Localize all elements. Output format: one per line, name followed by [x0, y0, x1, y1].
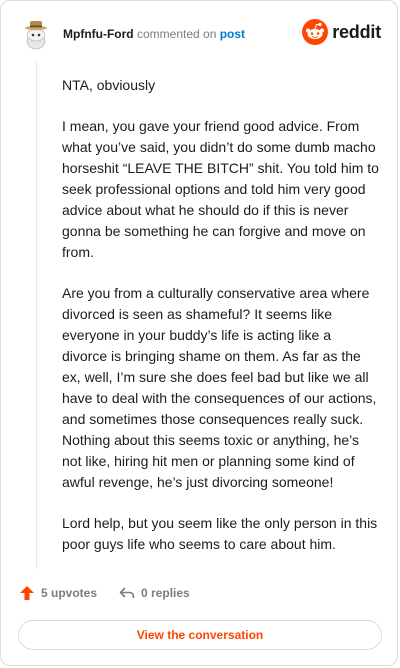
view-conversation-button[interactable]: View the conversation [18, 620, 382, 650]
upvote-arrow-icon [20, 586, 34, 600]
comment-actions: 5 upvotes 0 replies [19, 585, 190, 601]
action-text: commented on [136, 27, 217, 41]
comment-paragraph: I mean, you gave your friend good advice… [62, 118, 379, 260]
upvote-button[interactable]: 5 upvotes [19, 585, 97, 601]
brand-wordmark: reddit [332, 21, 381, 42]
thread-line[interactable] [36, 61, 37, 569]
snoo-cowboy-icon [25, 21, 47, 50]
user-avatar[interactable] [19, 17, 53, 51]
comment-paragraph: Lord help, but you seem like the only pe… [62, 515, 378, 552]
byline: Mpfnfu-Ford commented on post [63, 27, 245, 41]
reply-button[interactable]: 0 replies [119, 585, 190, 601]
upvote-count: 5 upvotes [41, 586, 98, 600]
comment-header: Mpfnfu-Ford commented on post reddit [19, 17, 381, 51]
comment-card: Mpfnfu-Ford commented on post reddit NTA… [0, 0, 398, 666]
reddit-logo[interactable]: reddit [302, 19, 381, 45]
comment-body: NTA, obviously I mean, you gave your fri… [62, 75, 380, 575]
reply-count: 0 replies [141, 586, 190, 600]
post-link[interactable]: post [220, 27, 245, 41]
comment-paragraph: NTA, obviously [62, 77, 156, 93]
reddit-alien-icon [302, 19, 329, 45]
comment-paragraph: Are you from a culturally conservative a… [62, 285, 377, 490]
username[interactable]: Mpfnfu-Ford [63, 27, 134, 41]
reply-arrow-icon [119, 587, 135, 598]
